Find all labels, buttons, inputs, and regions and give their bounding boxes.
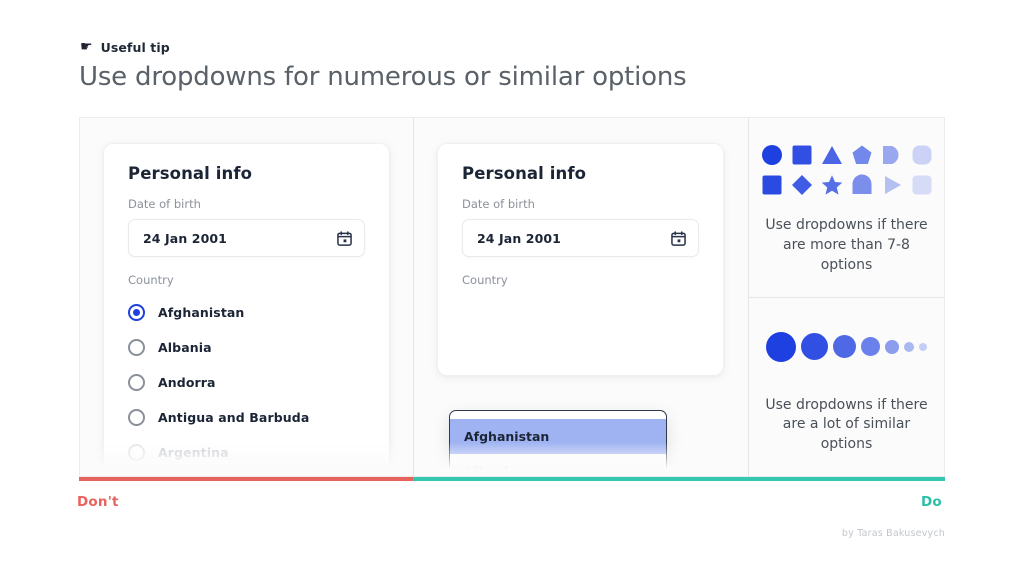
radio-option-albania[interactable]: Albania: [128, 330, 365, 365]
page-title: Use dropdowns for numerous or similar op…: [79, 62, 687, 92]
circle-shape: [761, 145, 782, 165]
radio-label: Argentina: [158, 445, 229, 460]
triangle-right-shape: [884, 176, 901, 194]
circle-shape: [885, 339, 899, 354]
dropdown-option-label: Albania: [464, 464, 517, 476]
date-of-birth-value: 24 Jan 2001: [477, 230, 561, 246]
credit-label: by Taras Bakusevych: [841, 528, 945, 539]
circle-shape: [766, 331, 796, 362]
note-text: Use dropdowns if there are a lot of simi…: [765, 396, 928, 453]
circle-shape: [833, 335, 856, 358]
calendar-icon[interactable]: [671, 230, 686, 246]
circle-shape: [919, 342, 927, 351]
circle-shape: [861, 337, 880, 356]
radio-option-afghanistan[interactable]: Afghanistan: [128, 295, 365, 330]
date-of-birth-input[interactable]: 24 Jan 2001: [128, 219, 365, 257]
diamond-shape: [791, 175, 812, 195]
radio-icon[interactable]: [128, 374, 145, 391]
date-of-birth-label: Date of birth: [128, 197, 201, 211]
rounded-blob-shape: [912, 145, 931, 165]
dont-label: Don't: [77, 494, 119, 510]
useful-tip-label: Useful tip: [100, 40, 170, 55]
radio-icon[interactable]: [128, 409, 145, 426]
comparison-board: Personal info Date of birth 24 Jan 2001 …: [79, 117, 945, 477]
note-text: Use dropdowns if there are more than 7-8…: [765, 217, 928, 273]
dont-bar: [79, 477, 413, 481]
arch-shape: [852, 174, 871, 194]
circle-shape: [801, 333, 828, 360]
circles-illustration: [766, 324, 927, 370]
card-title: Personal info: [128, 164, 253, 183]
radio-label: Antigua and Barbuda: [158, 410, 310, 425]
personal-info-card-do: Personal info Date of birth 24 Jan 2001 …: [437, 143, 724, 376]
triangle-shape: [821, 146, 842, 164]
star-shape: [821, 175, 842, 195]
pentagon-shape: [852, 145, 871, 164]
personal-info-card-dont: Personal info Date of birth 24 Jan 2001 …: [103, 143, 390, 473]
radio-icon[interactable]: [128, 444, 145, 461]
dropdown-option-albania[interactable]: Albania: [450, 454, 666, 476]
date-of-birth-input[interactable]: 24 Jan 2001: [462, 219, 699, 257]
radio-icon[interactable]: [128, 304, 145, 321]
country-radio-group[interactable]: Afghanistan Albania Andorra Antigua and …: [128, 295, 365, 470]
note-many-options: Use dropdowns if there are more than 7-8…: [749, 118, 944, 298]
dropdown-option-afghanistan[interactable]: Afghanistan: [450, 419, 666, 454]
pointing-hand-icon: ☛: [80, 38, 93, 55]
dropdown-option-label: Afghanistan: [464, 429, 550, 444]
calendar-icon-svg: [337, 230, 352, 246]
dont-panel: Personal info Date of birth 24 Jan 2001 …: [80, 118, 414, 476]
country-label: Country: [128, 273, 174, 287]
radio-option-argentina[interactable]: Argentina: [128, 435, 365, 470]
radio-label: Albania: [158, 340, 212, 355]
square-shape: [792, 145, 811, 165]
do-panel: Personal info Date of birth 24 Jan 2001 …: [414, 118, 749, 476]
radio-option-andorra[interactable]: Andorra: [128, 365, 365, 400]
half-circle-shape: [882, 146, 898, 164]
useful-tip-row: ☛ Useful tip: [80, 38, 170, 56]
rounded-square-shape: [912, 175, 931, 195]
card-title: Personal info: [462, 164, 587, 183]
country-label: Country: [462, 273, 508, 287]
circle-shape: [904, 341, 914, 352]
radio-icon[interactable]: [128, 339, 145, 356]
note-similar-options: Use dropdowns if there are a lot of simi…: [749, 298, 944, 477]
radio-label: Afghanistan: [158, 305, 245, 320]
date-of-birth-label: Date of birth: [462, 197, 535, 211]
calendar-icon-svg: [671, 230, 686, 246]
date-of-birth-value: 24 Jan 2001: [143, 230, 227, 246]
do-bar: [413, 477, 945, 481]
country-dropdown-list[interactable]: Afghanistan Albania Andorra Antigua and …: [449, 410, 667, 476]
square-shape: [762, 175, 781, 195]
calendar-icon[interactable]: [337, 230, 352, 246]
radio-option-antigua-and-barbuda[interactable]: Antigua and Barbuda: [128, 400, 365, 435]
radio-label: Andorra: [158, 375, 216, 390]
do-label: Do: [921, 494, 942, 510]
shapes-illustration: [761, 144, 933, 196]
notes-panel: Use dropdowns if there are more than 7-8…: [749, 118, 944, 476]
